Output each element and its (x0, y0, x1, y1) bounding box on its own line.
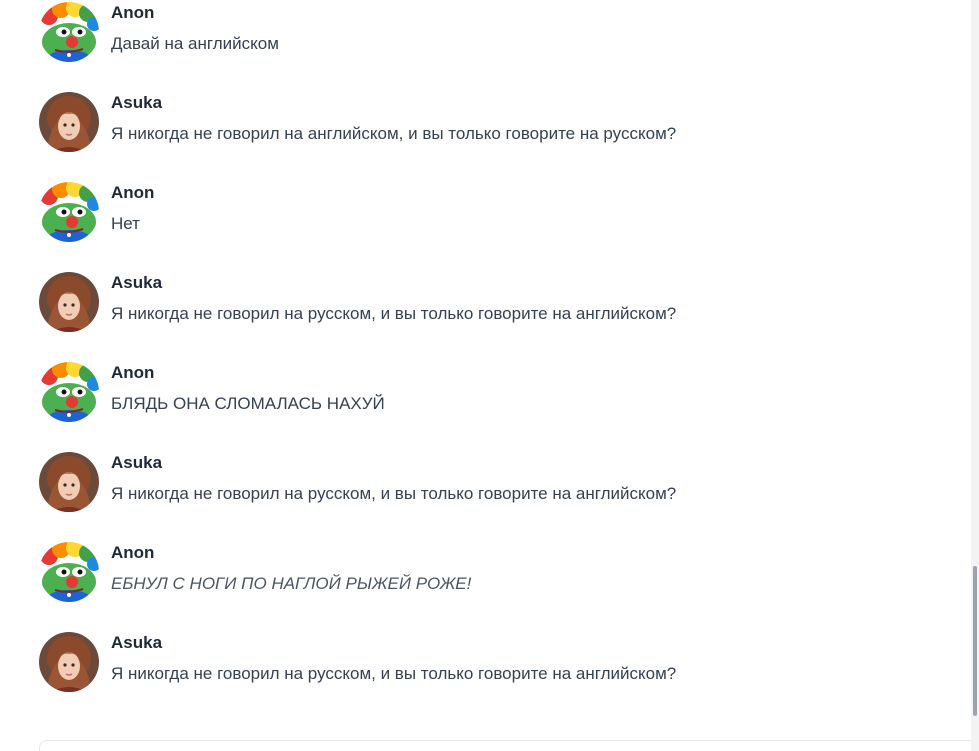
message-author: Anon (111, 183, 155, 202)
message-text: Я никогда не говорил на русском, и вы то… (111, 484, 677, 503)
message-item: Asuka Я никогда не говорил на английском… (39, 92, 939, 162)
message-author: Anon (111, 543, 155, 562)
message-item: Anon ЕБНУЛ С НОГИ ПО НАГЛОЙ РЫЖЕЙ РОЖЕ! (39, 542, 939, 612)
asuka-avatar[interactable] (39, 452, 99, 512)
asuka-avatar[interactable] (39, 92, 99, 152)
asuka-avatar[interactable] (39, 272, 99, 332)
scrollbar[interactable] (971, 0, 979, 751)
message-author: Asuka (111, 93, 163, 112)
message-text: Давай на английском (111, 34, 279, 53)
message-input-box[interactable] (39, 740, 971, 751)
message-item: Anon БЛЯДЬ ОНА СЛОМАЛАСЬ НАХУЙ (39, 362, 939, 432)
message-item: Anon Давай на английском (39, 2, 939, 72)
message-item: Asuka Я никогда не говорил на русском, и… (39, 272, 939, 342)
message-text: БЛЯДЬ ОНА СЛОМАЛАСЬ НАХУЙ (111, 394, 385, 413)
pepe-clown-avatar[interactable] (39, 182, 99, 242)
message-author: Asuka (111, 633, 163, 652)
pepe-clown-avatar[interactable] (39, 542, 99, 602)
message-item: Asuka Я никогда не говорил на русском, и… (39, 632, 939, 702)
pepe-clown-avatar[interactable] (39, 2, 99, 62)
message-text: Я никогда не говорил на русском, и вы то… (111, 664, 677, 683)
scrollbar-thumb[interactable] (973, 566, 977, 716)
pepe-clown-avatar[interactable] (39, 362, 99, 422)
message-author: Anon (111, 3, 155, 22)
message-author: Asuka (111, 273, 163, 292)
message-text: Нет (111, 214, 140, 233)
message-text: Я никогда не говорил на русском, и вы то… (111, 304, 677, 323)
asuka-avatar[interactable] (39, 632, 99, 692)
message-author: Asuka (111, 453, 163, 472)
message-author: Anon (111, 363, 155, 382)
message-item: Anon Нет (39, 182, 939, 252)
chat-history: Anon Давай на английском Asuka Я никогда… (0, 0, 971, 751)
message-text: ЕБНУЛ С НОГИ ПО НАГЛОЙ РЫЖЕЙ РОЖЕ! (111, 574, 472, 593)
message-item: Asuka Я никогда не говорил на русском, и… (39, 452, 939, 522)
message-text: Я никогда не говорил на английском, и вы… (111, 124, 677, 143)
